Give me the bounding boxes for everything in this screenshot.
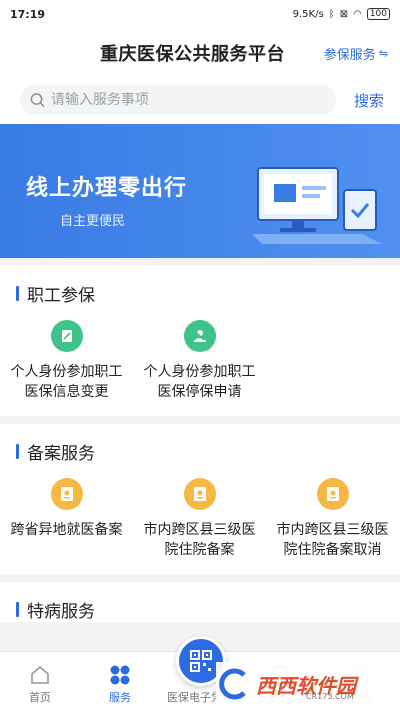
- service-item-cancel-filing[interactable]: 市内跨区县三级医院住院备案取消: [266, 478, 399, 560]
- qr-code-icon: [190, 650, 212, 672]
- service-item-label: 个人身份参加职工医保停保申请: [143, 364, 256, 400]
- tab-home[interactable]: 首页: [0, 652, 80, 711]
- section-title-text: 职工参保: [27, 285, 95, 306]
- section-title: 特病服务: [0, 592, 400, 626]
- banner-subtitle: 自主更便民: [60, 214, 126, 229]
- document-icon: [316, 478, 349, 510]
- section-special-disease: 特病服务: [0, 582, 400, 622]
- tab-label: 首页: [29, 691, 51, 704]
- search-row: 搜索: [0, 76, 400, 124]
- section-title-text: 特病服务: [27, 601, 95, 622]
- switch-service-label: 参保服务: [323, 48, 376, 63]
- swap-icon: ⇋: [378, 47, 388, 60]
- service-item-cross-province[interactable]: 跨省异地就医备案: [0, 478, 133, 560]
- page-title: 重庆医保公共服务平台: [100, 44, 285, 65]
- service-grid: 个人身份参加职工医保信息变更 个人身份参加职工医保停保申请: [0, 310, 400, 416]
- wifi-icon: ◠: [353, 8, 362, 20]
- search-input[interactable]: [50, 92, 336, 108]
- service-item-intra-city-filing[interactable]: 市内跨区县三级医院住院备案: [133, 478, 266, 560]
- section-employee-insurance: 职工参保 个人身份参加职工医保信息变更 个人身份参加职工医保停保申请: [0, 266, 400, 416]
- tab-label: 服务: [109, 691, 131, 704]
- promo-banner[interactable]: 线上办理零出行 自主更便民: [0, 124, 400, 258]
- status-time: 17:19: [10, 7, 46, 21]
- status-icons: 9.5K/s ᛒ ⊠ ◠ 100: [293, 8, 390, 20]
- tab-services[interactable]: 服务: [80, 652, 160, 711]
- document-icon: [183, 478, 216, 510]
- computer-thumbs-up-icon: [252, 167, 382, 244]
- section-filing-service: 备案服务 跨省异地就医备案 市内跨区县三级医院住院备案 市内跨区县三级医院住院备…: [0, 424, 400, 574]
- watermark-logo-icon: [219, 668, 246, 700]
- search-button[interactable]: 搜索: [354, 90, 384, 111]
- status-bar: 17:19 9.5K/s ᛒ ⊠ ◠ 100: [0, 0, 400, 28]
- section-title-marker: [16, 601, 19, 617]
- banner-title: 线上办理零出行: [26, 176, 188, 201]
- service-grid: 跨省异地就医备案 市内跨区县三级医院住院备案 市内跨区县三级医院住院备案取消: [0, 468, 400, 574]
- service-item-label: 市内跨区县三级医院住院备案: [143, 522, 256, 558]
- watermark-url: CR173.COM: [306, 692, 354, 701]
- document-icon: [50, 478, 83, 510]
- net-speed: 9.5K/s: [292, 8, 324, 20]
- home-icon: [31, 665, 49, 684]
- stop-person-icon: [183, 320, 216, 352]
- search-icon: [30, 93, 45, 108]
- service-item-label: 个人身份参加职工医保信息变更: [10, 364, 123, 400]
- switch-service-button[interactable]: 参保服务 ⇋: [324, 44, 388, 63]
- section-title-text: 备案服务: [27, 443, 95, 464]
- watermark: 西西软件园 CR173.COM: [216, 662, 392, 706]
- section-title-marker: [16, 285, 19, 301]
- app-header: 重庆医保公共服务平台 参保服务 ⇋: [0, 28, 400, 76]
- section-title: 备案服务: [0, 434, 400, 468]
- service-item-stop-insurance[interactable]: 个人身份参加职工医保停保申请: [133, 320, 266, 402]
- search-box[interactable]: [20, 85, 336, 115]
- section-title-marker: [16, 443, 19, 459]
- section-title: 职工参保: [0, 276, 400, 310]
- service-item-label: 跨省异地就医备案: [10, 522, 123, 538]
- battery-icon: 100: [366, 8, 390, 20]
- service-item-label: 市内跨区县三级医院住院备案取消: [276, 522, 389, 558]
- services-icon: [110, 665, 130, 685]
- bluetooth-icon: ᛒ: [328, 8, 335, 20]
- service-item-info-change[interactable]: 个人身份参加职工医保信息变更: [0, 320, 133, 402]
- sim-off-icon: ⊠: [339, 8, 349, 20]
- edit-document-icon: [50, 320, 83, 352]
